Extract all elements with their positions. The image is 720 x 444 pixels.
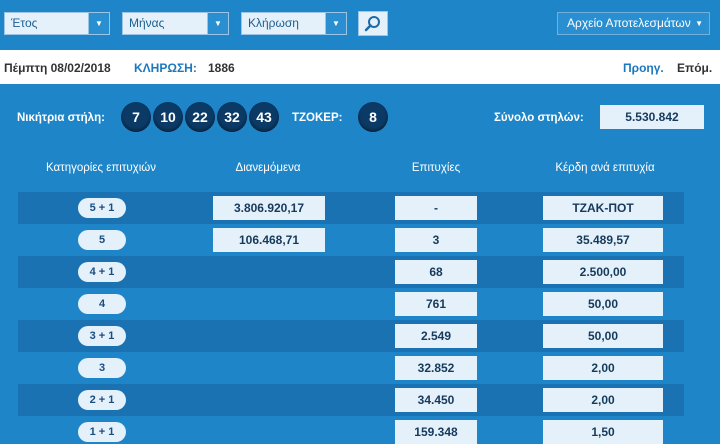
results-archive-label: Αρχείο Αποτελεσμάτων	[567, 16, 691, 30]
prize-cell: 1,50	[543, 420, 663, 444]
winners-cell: 34.450	[395, 388, 477, 412]
header-winners: Επιτυχίες	[411, 162, 461, 174]
category-pill: 4	[78, 294, 126, 314]
year-dropdown-label: Έτος	[11, 16, 38, 30]
header-categories: Κατηγορίες επιτυχιών	[46, 162, 156, 174]
draw-dropdown[interactable]: Κλήρωση ▼	[241, 12, 347, 35]
chevron-down-icon: ▼	[207, 13, 228, 34]
month-dropdown[interactable]: Μήνας ▼	[122, 12, 229, 35]
winners-cell: 68	[395, 260, 477, 284]
winners-cell: 3	[395, 228, 477, 252]
winners-cell: 2.549	[395, 324, 477, 348]
table-row: 2 + 1 34.450 2,00	[18, 384, 684, 416]
month-dropdown-label: Μήνας	[129, 16, 165, 30]
prize-cell: 2.500,00	[543, 260, 663, 284]
table-row: 3 + 1 2.549 50,00	[18, 320, 684, 352]
header-distributed: Διανεμόμενα	[235, 162, 301, 174]
winners-cell: 761	[395, 292, 477, 316]
chevron-down-icon: ▼	[695, 19, 703, 28]
winning-column-label: Νικήτρια στήλη:	[17, 112, 105, 124]
winning-number-ball: 7	[121, 102, 151, 132]
prize-cell: 50,00	[543, 324, 663, 348]
table-row: 4 + 1 68 2.500,00	[18, 256, 684, 288]
header-prize-per-winner: Κέρδη ανά επιτυχία	[555, 162, 655, 174]
category-pill: 2 + 1	[78, 390, 126, 410]
joker-ball: 8	[358, 102, 388, 132]
category-pill: 5 + 1	[78, 198, 126, 218]
draw-date: Πέμπτη 08/02/2018	[4, 61, 111, 75]
winners-cell: 159.348	[395, 420, 477, 444]
prize-cell: 35.489,57	[543, 228, 663, 252]
category-pill: 3	[78, 358, 126, 378]
search-button[interactable]	[358, 11, 388, 36]
joker-label: ΤΖΟΚΕΡ:	[292, 112, 343, 124]
distributed-cell: 3.806.920,17	[213, 196, 325, 220]
chevron-down-icon: ▼	[88, 13, 109, 34]
winners-cell: -	[395, 196, 477, 220]
filter-bar: Έτος ▼ Μήνας ▼ Κλήρωση ▼ Αρχείο Αποτελεσ…	[0, 0, 720, 50]
results-archive-dropdown[interactable]: Αρχείο Αποτελεσμάτων ▼	[557, 12, 710, 35]
chevron-down-icon: ▼	[325, 13, 346, 34]
winning-number-ball: 22	[185, 102, 215, 132]
draw-number: 1886	[208, 61, 235, 75]
prize-cell: 2,00	[543, 388, 663, 412]
draw-info-bar: Πέμπτη 08/02/2018 ΚΛΗΡΩΣΗ: 1886 Προηγ. Ε…	[0, 50, 720, 84]
draw-dropdown-label: Κλήρωση	[248, 16, 299, 30]
table-row: 5 106.468,71 3 35.489,57	[18, 224, 684, 256]
category-pill: 1 + 1	[78, 422, 126, 442]
winning-number-ball: 10	[153, 102, 183, 132]
category-pill: 3 + 1	[78, 326, 126, 346]
table-row: 4 761 50,00	[18, 288, 684, 320]
table-row: 5 + 1 3.806.920,17 - ΤΖΑΚ-ΠΟΤ	[18, 192, 684, 224]
draw-label: ΚΛΗΡΩΣΗ:	[134, 61, 197, 75]
winning-number-ball: 43	[249, 102, 279, 132]
prize-cell: 2,00	[543, 356, 663, 380]
distributed-cell: 106.468,71	[213, 228, 325, 252]
category-pill: 4 + 1	[78, 262, 126, 282]
winning-number-ball: 32	[217, 102, 247, 132]
total-columns-label: Σύνολο στηλών:	[494, 112, 584, 124]
search-icon	[364, 16, 380, 32]
prize-cell: ΤΖΑΚ-ΠΟΤ	[543, 196, 663, 220]
next-draw-link[interactable]: Επόμ.	[677, 61, 712, 75]
winners-cell: 32.852	[395, 356, 477, 380]
table-row: 1 + 1 159.348 1,50	[18, 416, 684, 444]
prize-cell: 50,00	[543, 292, 663, 316]
table-row: 3 32.852 2,00	[18, 352, 684, 384]
category-pill: 5	[78, 230, 126, 250]
total-columns-value: 5.530.842	[600, 105, 704, 129]
previous-draw-link[interactable]: Προηγ.	[623, 61, 664, 75]
year-dropdown[interactable]: Έτος ▼	[4, 12, 110, 35]
